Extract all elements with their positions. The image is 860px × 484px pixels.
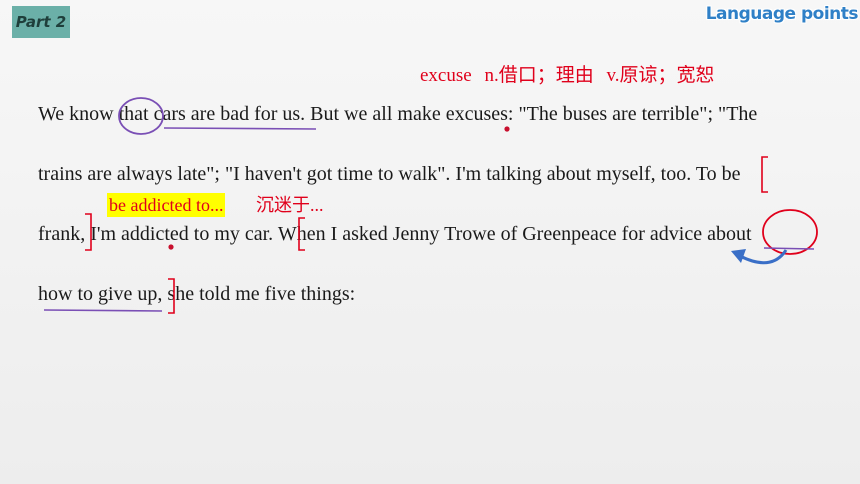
vocab-verb-meaning: v.原谅；宽恕	[606, 65, 715, 86]
vocab-word: excuse	[420, 65, 472, 86]
underline-cars-bad	[163, 127, 317, 130]
curved-arrow-about	[739, 249, 788, 265]
underline-about	[763, 247, 815, 250]
phrase-highlight: be addicted to...	[107, 193, 226, 217]
section-title: Language points	[705, 4, 859, 24]
vocab-note: excuse n.借口；理由 v.原谅；宽恕	[420, 60, 715, 87]
phrase-meaning: 沉迷于...	[256, 195, 324, 215]
circle-about	[762, 209, 818, 255]
part-badge: Part 2	[12, 6, 70, 38]
underline-give-up	[43, 309, 163, 312]
passage-line-3: frank, I'm addicted to my car. When I as…	[38, 223, 752, 245]
passage-line-2: trains are always late"; "I haven't got …	[38, 163, 741, 185]
vocab-noun-meaning: n.借口；理由	[484, 65, 594, 86]
dot-excuses	[504, 126, 510, 132]
bracket-to-be-open	[761, 156, 768, 193]
curved-arrow-head	[731, 249, 746, 263]
passage-line-4: how to give up, she told me five things:	[38, 283, 356, 305]
passage-line-1: We know that cars are bad for us. But we…	[38, 103, 758, 125]
